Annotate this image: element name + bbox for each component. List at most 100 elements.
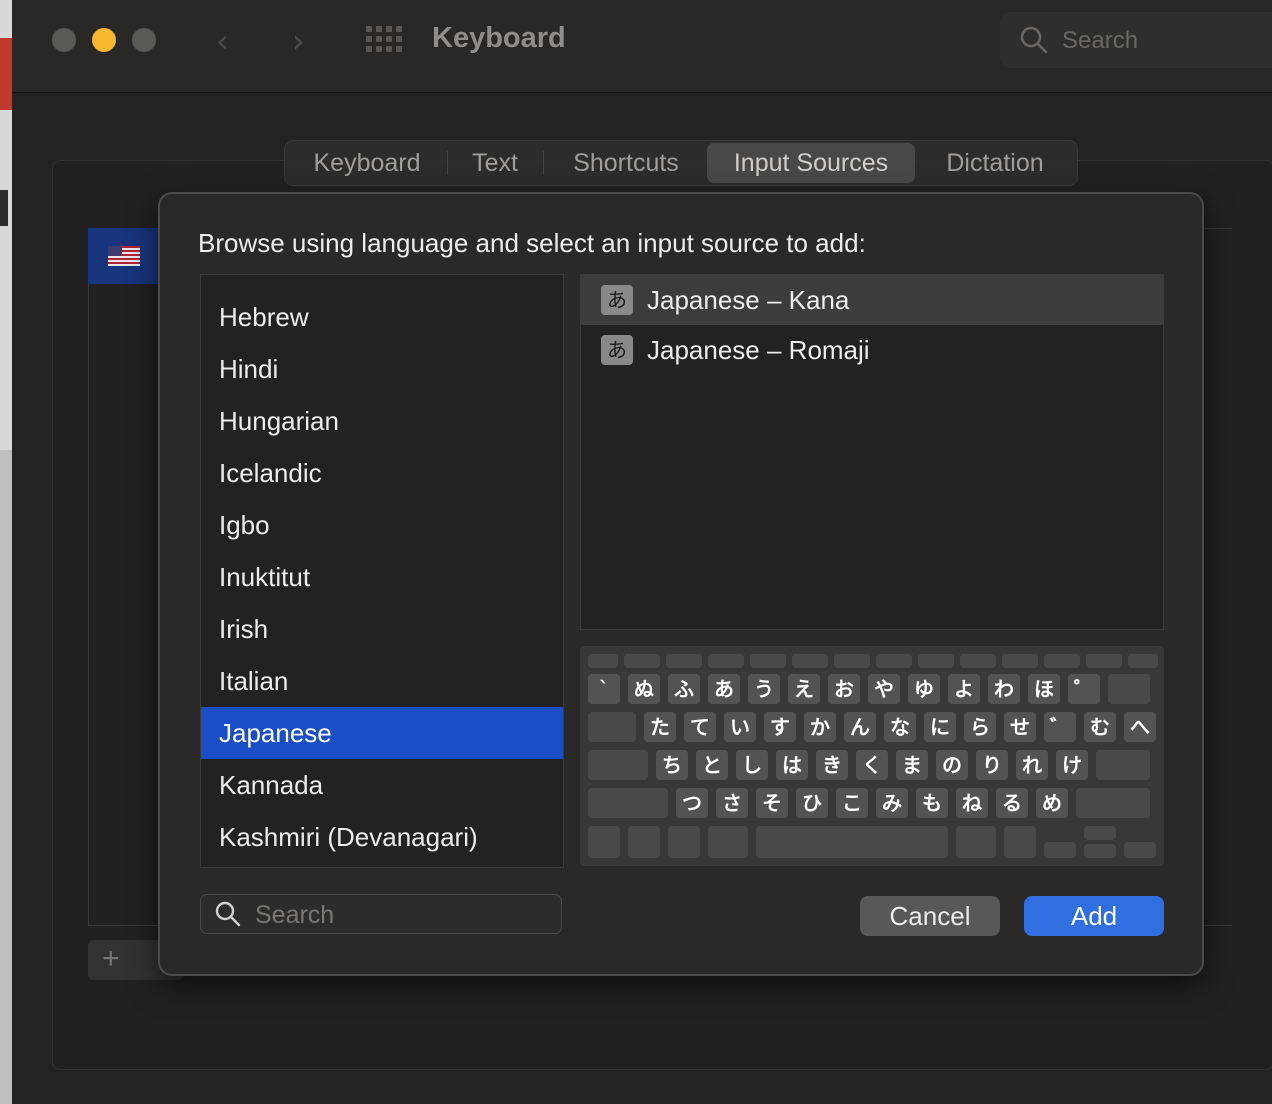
keyboard-key: な xyxy=(884,712,916,742)
keyboard-blank-key xyxy=(960,654,996,668)
hiragana-a-icon: あ xyxy=(601,335,633,365)
window-search-field[interactable]: Search xyxy=(1000,12,1272,68)
language-item[interactable]: Hebrew xyxy=(201,291,563,343)
desktop-edge-dark xyxy=(0,190,8,226)
keyboard-key: え xyxy=(788,674,820,704)
language-item[interactable]: Kannada xyxy=(201,759,563,811)
keyboard-blank-key xyxy=(1086,654,1122,668)
keyboard-key: ま xyxy=(896,750,928,780)
keyboard-key: そ xyxy=(756,788,788,818)
keyboard-key: し xyxy=(736,750,768,780)
keyboard-blank-key xyxy=(668,826,700,858)
keyboard-key: お xyxy=(828,674,860,704)
keyboard-key: よ xyxy=(948,674,980,704)
keyboard-key: た xyxy=(644,712,676,742)
keyboard-key: め xyxy=(1036,788,1068,818)
keyboard-blank-key xyxy=(1096,750,1150,780)
keyboard-key: ね xyxy=(956,788,988,818)
language-search-placeholder: Search xyxy=(255,901,335,929)
language-item-selected[interactable]: Japanese xyxy=(201,707,563,759)
tab-text[interactable]: Text xyxy=(449,141,541,185)
language-item[interactable]: Italian xyxy=(201,655,563,707)
keyboard-key: け xyxy=(1056,750,1088,780)
desktop-edge-red xyxy=(0,38,12,110)
language-list[interactable]: Hebrew Hindi Hungarian Icelandic Igbo In… xyxy=(200,274,564,868)
language-item[interactable]: Icelandic xyxy=(201,447,563,499)
source-item-romaji[interactable]: あ Japanese – Romaji xyxy=(581,325,1163,375)
keyboard-blank-key xyxy=(624,654,660,668)
keyboard-blank-key xyxy=(708,826,748,858)
keyboard-key: ほ xyxy=(1028,674,1060,704)
keyboard-key: い xyxy=(724,712,756,742)
tab-input-sources[interactable]: Input Sources xyxy=(707,143,915,183)
window-title: Keyboard xyxy=(432,22,566,54)
keyboard-blank-key xyxy=(628,826,660,858)
cancel-button[interactable]: Cancel xyxy=(860,896,1000,936)
keyboard-blank-key xyxy=(1084,844,1116,858)
minimize-button[interactable] xyxy=(92,28,116,52)
keyboard-key: み xyxy=(876,788,908,818)
language-item[interactable]: Irish xyxy=(201,603,563,655)
keyboard-key: ふ xyxy=(668,674,700,704)
keyboard-blank-key xyxy=(792,654,828,668)
keyboard-blank-key xyxy=(834,654,870,668)
zoom-button[interactable] xyxy=(132,28,156,52)
keyboard-key: ` xyxy=(588,674,620,704)
language-item[interactable]: Hindi xyxy=(201,343,563,395)
keyboard-key: さ xyxy=(716,788,748,818)
source-label: Japanese – Romaji xyxy=(647,335,870,365)
keyboard-blank-key xyxy=(588,826,620,858)
plus-icon: + xyxy=(102,942,120,975)
keyboard-blank-key xyxy=(1002,654,1038,668)
keyboard-key: と xyxy=(696,750,728,780)
keyboard-key: は xyxy=(776,750,808,780)
hiragana-a-icon: あ xyxy=(601,285,633,315)
back-button[interactable]: ‹ xyxy=(216,22,229,60)
keyboard-key: れ xyxy=(1016,750,1048,780)
keyboard-key: の xyxy=(936,750,968,780)
keyboard-key: て xyxy=(684,712,716,742)
keyboard-key: か xyxy=(804,712,836,742)
language-item[interactable]: Igbo xyxy=(201,499,563,551)
keyboard-blank-key xyxy=(1044,842,1076,858)
forward-button[interactable]: › xyxy=(292,22,305,60)
keyboard-blank-key xyxy=(756,826,948,858)
language-item[interactable]: Kashmiri (Devanagari) xyxy=(201,811,563,863)
source-item-kana[interactable]: あ Japanese – Kana xyxy=(581,275,1163,325)
keyboard-key: せ xyxy=(1004,712,1036,742)
keyboard-key: り xyxy=(976,750,1008,780)
keyboard-blank-key xyxy=(1076,788,1150,818)
keyboard-preview: ` ぬふあうえおやゆよわほ゜たていすかんなにらせ゛むへちとしはきくまのりれけつさそ… xyxy=(580,646,1164,866)
source-label: Japanese – Kana xyxy=(647,285,850,315)
app-grid-icon[interactable] xyxy=(366,26,404,54)
tab-shortcuts[interactable]: Shortcuts xyxy=(545,141,707,185)
input-source-list[interactable]: あ Japanese – Kana あ Japanese – Romaji xyxy=(580,274,1164,630)
keyboard-key: ゆ xyxy=(908,674,940,704)
sheet-prompt: Browse using language and select an inpu… xyxy=(198,228,866,258)
tab-keyboard[interactable]: Keyboard xyxy=(289,141,445,185)
language-search-field[interactable]: Search xyxy=(200,894,562,934)
language-item[interactable]: Inuktitut xyxy=(201,551,563,603)
us-flag-row[interactable] xyxy=(88,228,162,284)
keyboard-blank-key xyxy=(750,654,786,668)
keyboard-key: う xyxy=(748,674,780,704)
keyboard-blank-key xyxy=(1004,826,1036,858)
add-input-source-sheet: Browse using language and select an inpu… xyxy=(158,192,1204,976)
keyboard-key: ぬ xyxy=(628,674,660,704)
keyboard-blank-key xyxy=(1124,842,1156,858)
tab-dictation[interactable]: Dictation xyxy=(917,141,1073,185)
keyboard-key: に xyxy=(924,712,956,742)
keyboard-blank-key xyxy=(1128,654,1158,668)
close-button[interactable] xyxy=(52,28,76,52)
add-button[interactable]: Add xyxy=(1024,896,1164,936)
keyboard-blank-key xyxy=(588,788,668,818)
tab-separator xyxy=(543,151,544,175)
keyboard-key: く xyxy=(856,750,888,780)
desktop-edge xyxy=(0,0,12,1104)
keyboard-blank-key xyxy=(918,654,954,668)
keyboard-key: つ xyxy=(676,788,708,818)
keyboard-key: こ xyxy=(836,788,868,818)
keyboard-key: す xyxy=(764,712,796,742)
language-item[interactable]: Hungarian xyxy=(201,395,563,447)
us-flag-icon xyxy=(108,246,140,266)
